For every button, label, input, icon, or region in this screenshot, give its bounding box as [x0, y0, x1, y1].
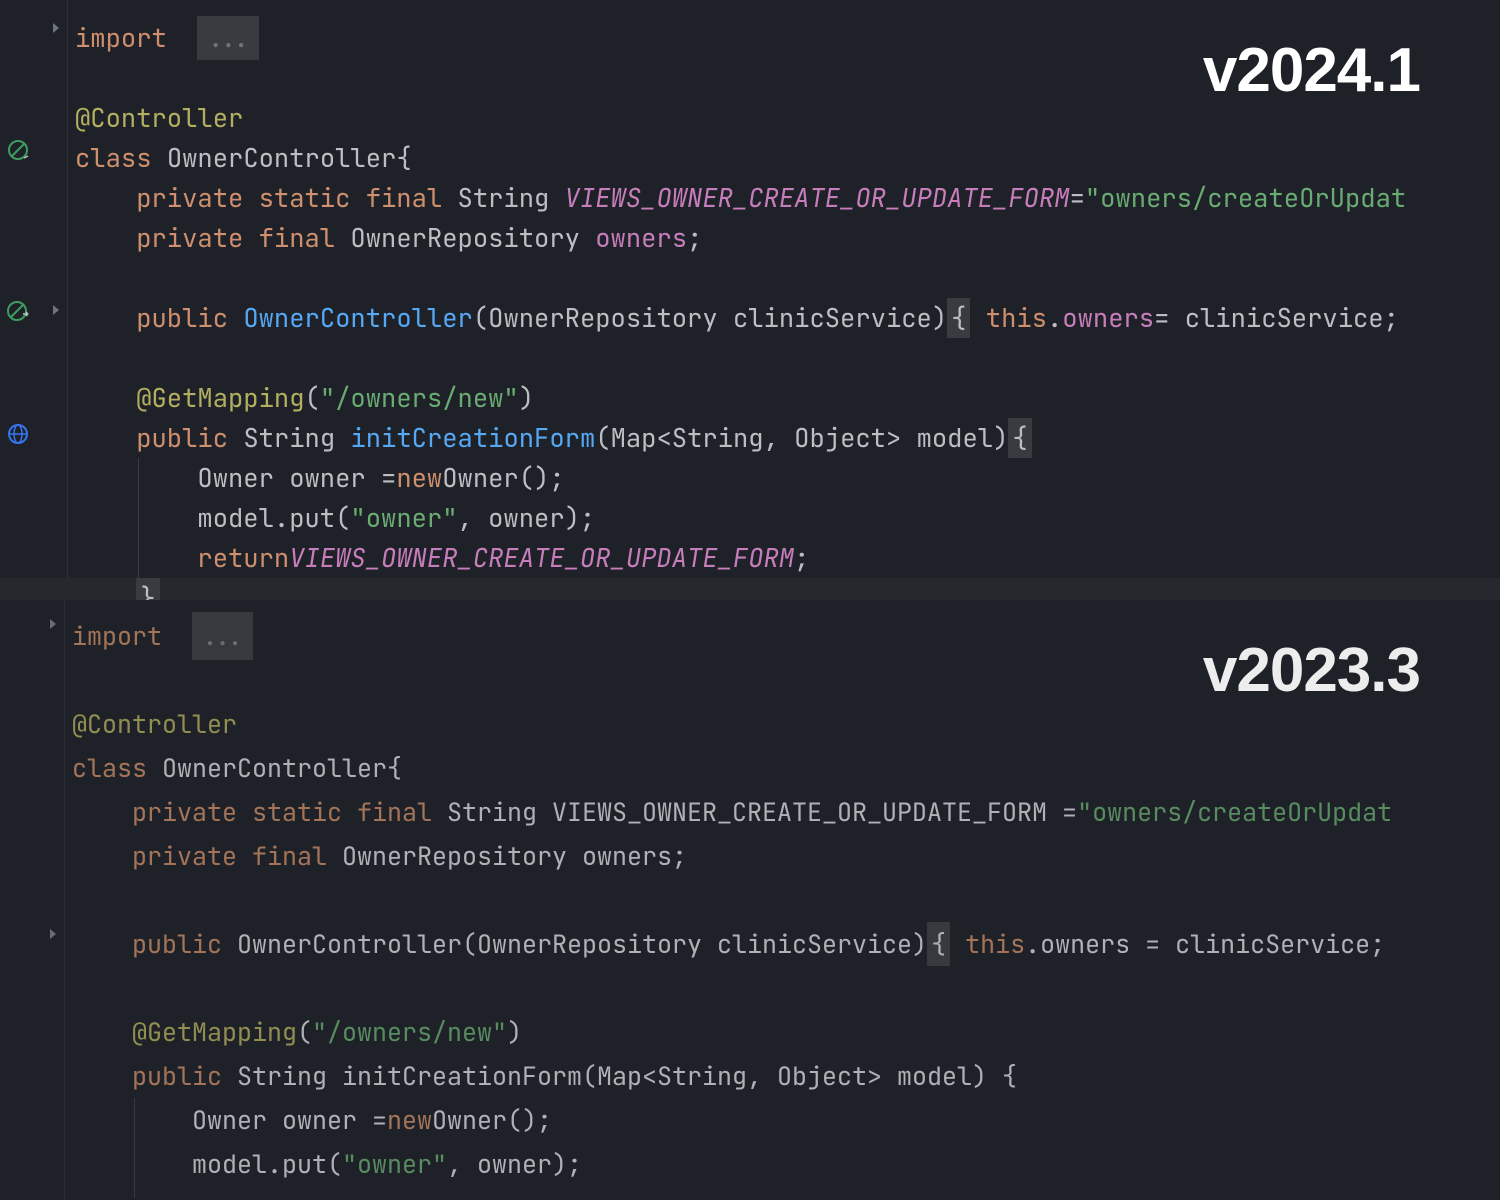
- code-line[interactable]: @GetMapping("/owners/new"): [72, 1010, 1392, 1054]
- code-line[interactable]: return VIEWS_OWNER_CREATE_OR_UPDATE_FORM…: [75, 538, 1500, 578]
- code-line[interactable]: Owner owner = new Owner();: [75, 458, 1500, 498]
- code-line[interactable]: public OwnerController(OwnerRepository c…: [75, 298, 1500, 338]
- code-line[interactable]: public String initCreationForm(Map<Strin…: [72, 1054, 1392, 1098]
- code-line[interactable]: private final OwnerRepository owners;: [72, 834, 1392, 878]
- code-line[interactable]: model.put("owner", owner);: [75, 498, 1500, 538]
- gutter-bottom: [0, 600, 65, 1200]
- code-line[interactable]: class OwnerController {: [72, 746, 1392, 790]
- code-line[interactable]: private static final String VIEWS_OWNER_…: [75, 178, 1500, 218]
- editor-panel-bottom: v2023.3 import ... @Controller class Own…: [0, 600, 1500, 1200]
- web-endpoint-icon[interactable]: [6, 422, 30, 446]
- code-area-bottom[interactable]: import ... @Controller class OwnerContro…: [72, 614, 1392, 1186]
- code-line[interactable]: private static final String VIEWS_OWNER_…: [72, 790, 1392, 834]
- gutter-top: [0, 0, 68, 600]
- version-label-top: v2024.1: [1203, 35, 1420, 106]
- code-line[interactable]: @GetMapping("/owners/new"): [75, 378, 1500, 418]
- inspection-icon[interactable]: [6, 138, 30, 162]
- code-line[interactable]: model.put("owner", owner);: [72, 1142, 1392, 1186]
- code-line[interactable]: public OwnerController(OwnerRepository c…: [72, 922, 1392, 966]
- fold-arrow-icon[interactable]: [48, 302, 64, 318]
- code-line[interactable]: @Controller: [72, 702, 1392, 746]
- version-label-bottom: v2023.3: [1203, 635, 1420, 706]
- fold-arrow-icon[interactable]: [45, 926, 61, 942]
- code-line[interactable]: private final OwnerRepository owners;: [75, 218, 1500, 258]
- folded-region[interactable]: ...: [192, 612, 253, 660]
- nav-icon[interactable]: [6, 300, 30, 324]
- code-line[interactable]: class OwnerController {: [75, 138, 1500, 178]
- folded-region[interactable]: ...: [197, 16, 259, 60]
- code-line[interactable]: public String initCreationForm(Map<Strin…: [75, 418, 1500, 458]
- code-line[interactable]: Owner owner = new Owner();: [72, 1098, 1392, 1142]
- fold-arrow-icon[interactable]: [48, 20, 64, 36]
- code-line[interactable]: import ...: [72, 614, 1392, 658]
- code-line-current[interactable]: }: [0, 578, 1500, 600]
- fold-arrow-icon[interactable]: [45, 616, 61, 632]
- editor-panel-top: v2024.1 import ... @Controller class Own…: [0, 0, 1500, 600]
